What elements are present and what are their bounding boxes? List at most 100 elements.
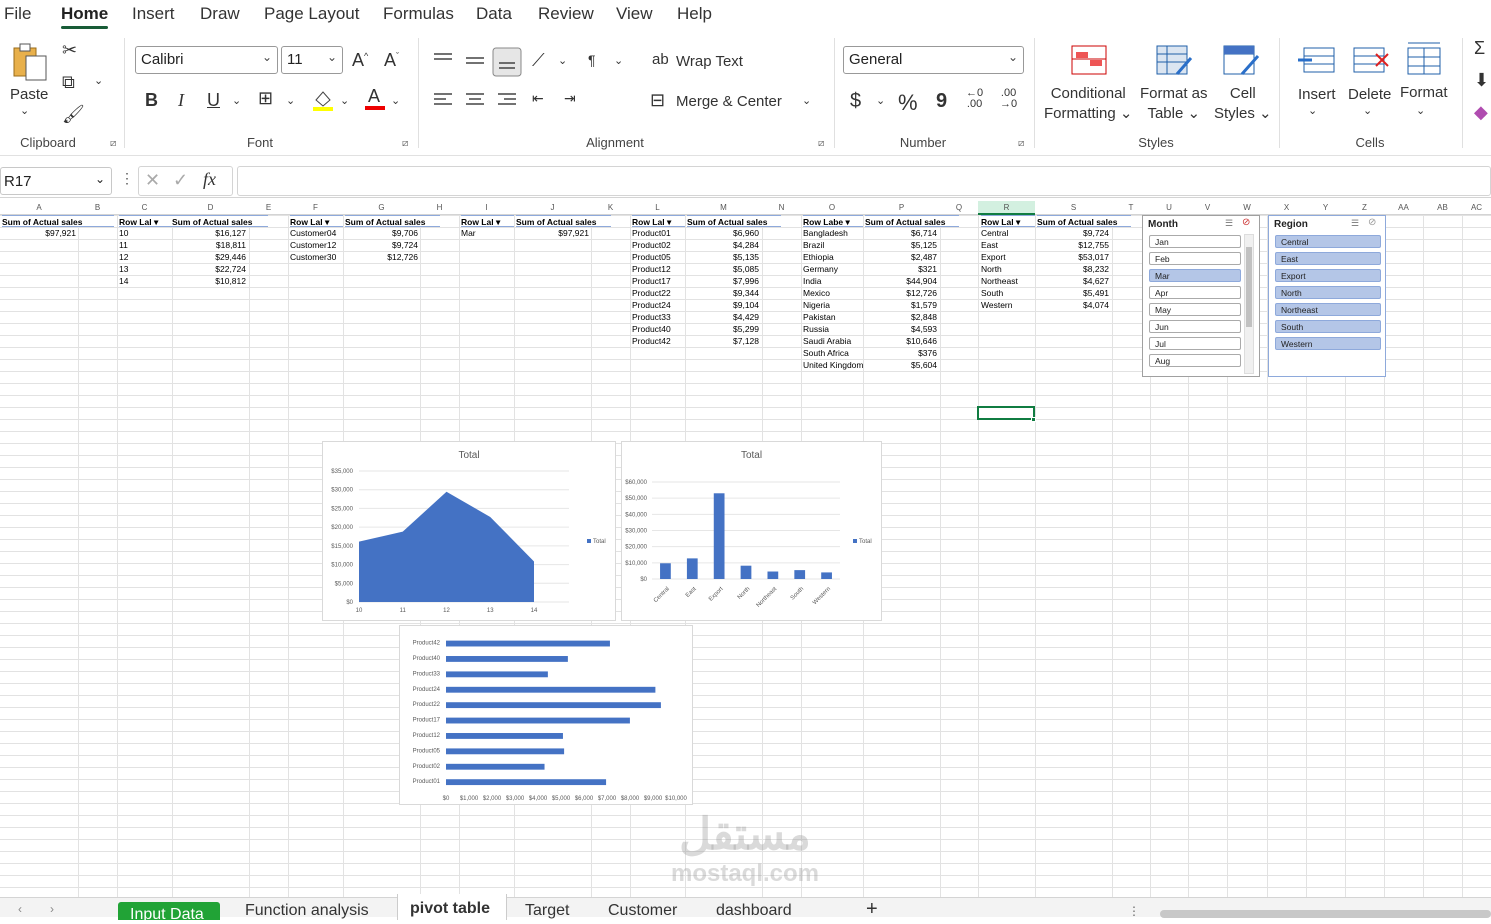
pivot-value-header[interactable]: Sum of Actual sales xyxy=(516,215,611,227)
pivot-row-label[interactable]: 14 xyxy=(119,275,172,287)
pivot-row-label[interactable]: Brazil xyxy=(803,239,863,251)
insert-button[interactable]: Insert xyxy=(1298,86,1336,103)
bold-button[interactable]: B xyxy=(145,90,158,111)
pivot-value[interactable]: $12,755 xyxy=(1037,239,1109,251)
slicer-item-western[interactable]: Western xyxy=(1275,337,1381,350)
chevron-down-icon[interactable]: ⌄ xyxy=(94,74,103,87)
pivot-row-label[interactable]: Northeast xyxy=(981,275,1035,287)
currency-button[interactable]: $ xyxy=(850,90,861,113)
pivot-row-label[interactable]: Product22 xyxy=(632,287,685,299)
more-options-icon[interactable]: ⋮ xyxy=(1128,904,1140,918)
menu-help[interactable]: Help xyxy=(677,4,712,24)
slicer-item-export[interactable]: Export xyxy=(1275,269,1381,282)
pivot-value[interactable]: $9,724 xyxy=(1037,227,1109,239)
pivot-value[interactable]: $4,074 xyxy=(1037,299,1109,311)
pivot-row-label[interactable]: Product17 xyxy=(632,275,685,287)
cell-styles-icon[interactable] xyxy=(1222,44,1260,78)
pivot-row-label[interactable]: Central xyxy=(981,227,1035,239)
font-size-select[interactable]: 11 ⌄ xyxy=(281,46,343,74)
pivot-row-label[interactable]: Product33 xyxy=(632,311,685,323)
column-header-s[interactable]: S xyxy=(1035,203,1112,212)
pivot-value[interactable]: $7,128 xyxy=(687,335,759,347)
chevron-down-icon[interactable]: ⌄ xyxy=(340,94,349,107)
pivot-value[interactable]: $6,960 xyxy=(687,227,759,239)
enter-icon[interactable]: ✓ xyxy=(173,170,188,191)
column-header-o[interactable]: O xyxy=(801,203,863,212)
column-header-j[interactable]: J xyxy=(514,203,591,212)
fill-icon[interactable]: ⬇ xyxy=(1474,70,1489,91)
text-direction-icon[interactable]: ¶ xyxy=(588,52,596,68)
tab-function-analysis[interactable]: Function analysis xyxy=(245,902,369,920)
pivot-row-label[interactable]: Product02 xyxy=(632,239,685,251)
scrollbar-thumb[interactable] xyxy=(1246,247,1252,327)
chevron-down-icon[interactable]: ⌄ xyxy=(232,94,241,107)
decrease-font-icon[interactable]: Aˇ xyxy=(384,50,399,71)
name-box[interactable]: R17 ⌄ xyxy=(0,167,112,195)
pivot-row-label[interactable]: East xyxy=(981,239,1035,251)
decrease-indent-icon[interactable]: ⇤ xyxy=(532,90,544,107)
area-chart[interactable]: Total $0 $5,000 $10,000 $15,000 $20,000 $25,0… xyxy=(322,441,616,621)
tab-pivot-table[interactable]: pivot table xyxy=(397,894,507,920)
delete-cells-icon[interactable] xyxy=(1352,44,1392,76)
pivot-value[interactable]: $9,104 xyxy=(687,299,759,311)
pivot-row-label[interactable]: Nigeria xyxy=(803,299,863,311)
menu-file[interactable]: File xyxy=(4,4,31,24)
menu-insert[interactable]: Insert xyxy=(132,4,175,24)
chevron-down-icon[interactable]: ⌄ xyxy=(286,94,295,107)
selected-cell[interactable] xyxy=(977,406,1035,420)
column-header-b[interactable]: B xyxy=(78,203,117,212)
slicer-item-jan[interactable]: Jan xyxy=(1149,235,1241,248)
slicer-item-south[interactable]: South xyxy=(1275,320,1381,333)
clear-filter-icon[interactable]: ⊘ xyxy=(1368,217,1376,228)
pivot-value[interactable]: $5,604 xyxy=(865,359,937,371)
pivot-value[interactable]: $97,921 xyxy=(516,227,589,239)
wrap-text-button[interactable]: Wrap Text xyxy=(676,53,743,70)
pivot-value[interactable]: $5,125 xyxy=(865,239,937,251)
pivot-value[interactable]: $12,726 xyxy=(345,251,418,263)
cell-styles-button[interactable]: Cell Styles ⌄ xyxy=(1214,84,1272,124)
tab-target[interactable]: Target xyxy=(525,902,569,920)
slicer-scrollbar[interactable] xyxy=(1244,234,1254,374)
pivot-row-label[interactable]: 11 xyxy=(119,239,172,251)
pivot-value[interactable]: $10,646 xyxy=(865,335,937,347)
chevron-down-icon[interactable]: ⌄ xyxy=(1363,104,1372,117)
pivot-value[interactable]: $4,284 xyxy=(687,239,759,251)
slicer-item-jun[interactable]: Jun xyxy=(1149,320,1241,333)
pivot-value[interactable]: $4,593 xyxy=(865,323,937,335)
column-header-n[interactable]: N xyxy=(762,203,801,212)
dialog-launcher-icon[interactable]: ⧄ xyxy=(110,138,116,149)
menu-review[interactable]: Review xyxy=(538,4,594,24)
pivot-value[interactable]: $10,812 xyxy=(172,275,246,287)
slicer-item-mar[interactable]: Mar xyxy=(1149,269,1241,282)
pivot-row-label-header[interactable]: Row Lal ▾ xyxy=(461,215,514,227)
merge-center-button[interactable]: Merge & Center xyxy=(676,93,782,110)
menu-data[interactable]: Data xyxy=(476,4,512,24)
pivot-value[interactable]: $7,996 xyxy=(687,275,759,287)
column-header-v[interactable]: V xyxy=(1188,203,1227,212)
pivot-value[interactable]: $376 xyxy=(865,347,937,359)
format-button[interactable]: Format xyxy=(1400,84,1448,101)
pivot-row-label[interactable]: United Kingdom xyxy=(803,359,863,371)
column-header-c[interactable]: C xyxy=(117,203,172,212)
menu-formulas[interactable]: Formulas xyxy=(383,4,454,24)
slicer-item-apr[interactable]: Apr xyxy=(1149,286,1241,299)
pivot-header[interactable]: Sum of Actual sales xyxy=(2,215,114,227)
slicer-item-jul[interactable]: Jul xyxy=(1149,337,1241,350)
dialog-launcher-icon[interactable]: ⧄ xyxy=(1018,138,1024,149)
column-header-ac[interactable]: AC xyxy=(1462,203,1491,212)
column-header-x[interactable]: X xyxy=(1267,203,1306,212)
slicer-item-may[interactable]: May xyxy=(1149,303,1241,316)
column-header-g[interactable]: G xyxy=(343,203,420,212)
pivot-row-label[interactable]: Product12 xyxy=(632,263,685,275)
pivot-value[interactable]: $53,017 xyxy=(1037,251,1109,263)
pivot-value[interactable]: $9,344 xyxy=(687,287,759,299)
column-header-w[interactable]: W xyxy=(1227,203,1267,212)
borders-icon[interactable]: ⊞ xyxy=(258,88,273,109)
chevron-down-icon[interactable]: ⌄ xyxy=(1416,104,1425,117)
column-header-aa[interactable]: AA xyxy=(1384,203,1423,212)
pivot-row-label-header[interactable]: Row Lal ▾ xyxy=(119,215,172,227)
column-header-t[interactable]: T xyxy=(1112,203,1150,212)
pivot-row-label[interactable]: Product42 xyxy=(632,335,685,347)
pivot-value[interactable]: $5,085 xyxy=(687,263,759,275)
pivot-row-label[interactable]: Product24 xyxy=(632,299,685,311)
